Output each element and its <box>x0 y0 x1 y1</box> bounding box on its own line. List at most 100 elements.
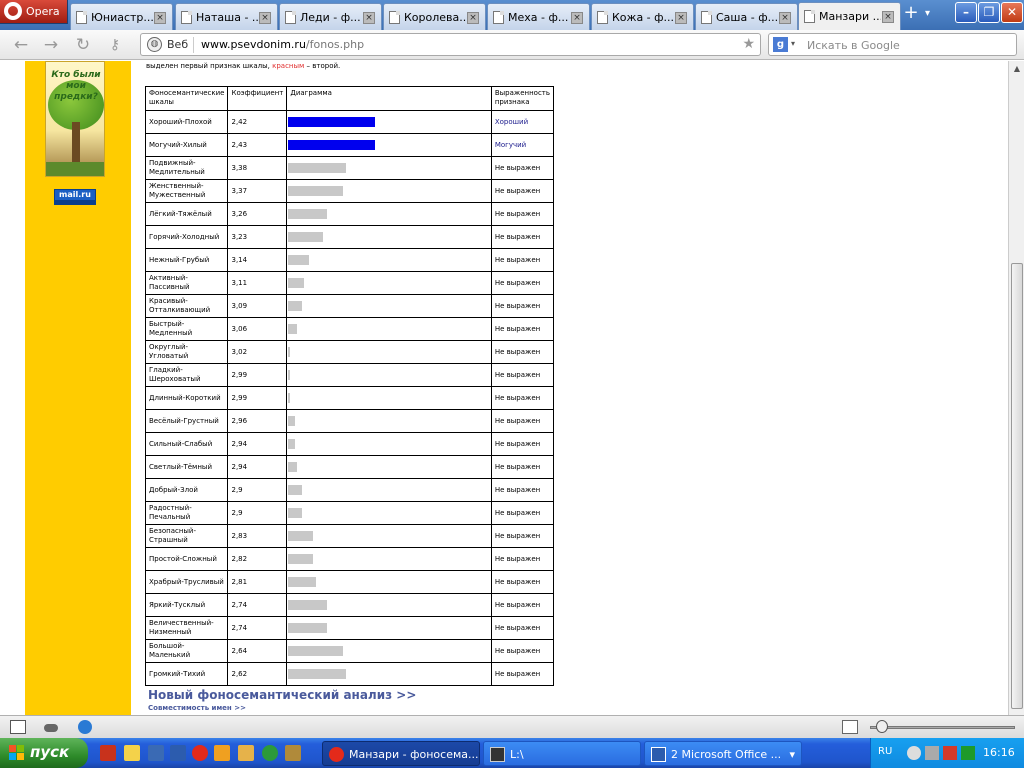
opera-menu-button[interactable]: Opera <box>0 0 68 24</box>
quicklaunch-desktop-icon[interactable] <box>148 745 164 761</box>
start-button[interactable]: пуск <box>0 738 88 768</box>
panel-toggle-icon[interactable] <box>10 720 26 734</box>
browser-tab[interactable]: Юниастр... × <box>70 3 173 30</box>
page-favicon-icon <box>181 11 192 24</box>
browser-tab[interactable]: Наташа - ... × <box>175 3 278 30</box>
browser-tab[interactable]: Кожа - ф... × <box>591 3 694 30</box>
google-engine-icon[interactable]: g <box>773 37 788 52</box>
task-explorer-window[interactable]: L:\ <box>483 741 641 766</box>
windows-flag-icon <box>9 745 25 761</box>
expression-cell[interactable]: Хороший <box>490 110 555 134</box>
new-analysis-link[interactable]: Новый фоносемантический анализ >> <box>148 688 416 702</box>
task-opera-window[interactable]: Манзари - фоносема... <box>322 741 480 766</box>
close-tab-icon[interactable]: × <box>154 12 166 24</box>
search-placeholder: Искать в Google <box>807 39 900 52</box>
ancestors-banner[interactable]: Кто были мои предки? <box>45 61 105 177</box>
browser-tab[interactable]: Королева... × <box>383 3 486 30</box>
page-favicon-icon <box>389 11 400 24</box>
diagram-bar <box>288 554 314 564</box>
close-tab-icon[interactable]: × <box>675 12 687 24</box>
browser-tab[interactable]: Меха - ф... × <box>487 3 590 30</box>
header-expression: Выраженность признака <box>490 86 555 111</box>
diagram-cell <box>286 455 492 479</box>
page-favicon-icon <box>285 11 296 24</box>
quicklaunch-app-icon[interactable] <box>214 745 230 761</box>
language-indicator[interactable]: RU <box>878 746 892 757</box>
windows-taskbar: пуск Манзари - фоносема... L:\ 2 Microso… <box>0 738 1024 768</box>
scale-cell: Длинный-Короткий <box>144 386 229 410</box>
opera-turbo-icon[interactable] <box>78 720 92 734</box>
diagram-cell <box>286 317 492 341</box>
coefficient-cell: 3,38 <box>227 156 288 180</box>
quicklaunch-word-icon[interactable] <box>170 745 186 761</box>
coefficient-cell: 2,74 <box>227 616 288 640</box>
quicklaunch-opera-icon[interactable] <box>192 745 208 761</box>
close-tab-icon[interactable]: × <box>779 12 791 24</box>
quicklaunch-folder-icon[interactable] <box>238 745 254 761</box>
diagram-cell <box>286 340 492 364</box>
mailru-counter-badge[interactable]: mail.ru <box>54 189 96 205</box>
zoom-slider-track[interactable] <box>870 726 1015 729</box>
header-diagram: Диаграмма <box>286 86 492 111</box>
quicklaunch-messenger-icon[interactable] <box>124 745 140 761</box>
expression-cell[interactable]: Могучий <box>490 133 555 157</box>
new-tab-button[interactable]: + <box>901 4 921 24</box>
close-tab-icon[interactable]: × <box>882 11 894 23</box>
close-tab-icon[interactable]: × <box>467 12 479 24</box>
bookmark-star-icon[interactable]: ★ <box>742 36 755 52</box>
scale-cell: Женственный-Мужественный <box>144 179 229 203</box>
name-compatibility-link[interactable]: Совместимость имен >> <box>148 704 246 712</box>
minimize-window-button[interactable]: – <box>955 2 977 23</box>
quicklaunch-tool-icon[interactable] <box>285 745 301 761</box>
address-url[interactable]: www.psevdonim.ru/fonos.php <box>201 38 364 51</box>
restore-window-button[interactable]: ❐ <box>978 2 1000 23</box>
coefficient-cell: 3,11 <box>227 271 288 295</box>
table-row: Округлый-Угловатый 3,02 Не выражен <box>144 340 555 364</box>
diagram-cell <box>286 225 492 249</box>
close-window-button[interactable]: ✕ <box>1001 2 1023 23</box>
wand-key-icon[interactable]: ⚷ <box>104 35 126 55</box>
coefficient-cell: 3,26 <box>227 202 288 226</box>
expression-cell: Не выражен <box>490 317 555 341</box>
tray-status-icon[interactable] <box>961 746 975 760</box>
expression-cell: Не выражен <box>490 271 555 295</box>
browser-tab[interactable]: Леди - ф... × <box>279 3 382 30</box>
scale-cell: Нежный-Грубый <box>144 248 229 272</box>
quicklaunch-torrent-icon[interactable] <box>262 745 278 761</box>
browser-tab[interactable]: Саша - ф... × <box>695 3 798 30</box>
clock: 16:16 <box>983 746 1015 759</box>
site-info-label[interactable]: Веб <box>167 38 188 51</box>
view-mode-icon[interactable] <box>842 720 858 734</box>
tray-antivirus-icon[interactable] <box>943 746 957 760</box>
back-arrow-icon[interactable]: ← <box>10 35 32 55</box>
diagram-bar <box>288 186 344 196</box>
tray-network-icon[interactable] <box>925 746 939 760</box>
counter-strip <box>55 200 95 204</box>
vertical-scrollbar[interactable]: ▲ <box>1008 61 1024 715</box>
page-favicon-icon <box>76 11 87 24</box>
scale-cell: Хороший-Плохой <box>144 110 229 134</box>
expression-cell: Не выражен <box>490 179 555 203</box>
scroll-up-arrow-icon[interactable]: ▲ <box>1009 61 1024 77</box>
close-tab-icon[interactable]: × <box>259 12 271 24</box>
scrollbar-thumb[interactable] <box>1011 263 1023 709</box>
address-field[interactable]: ◍ Веб www.psevdonim.ru/fonos.php ★ <box>140 33 761 56</box>
tray-back-arrow-icon[interactable] <box>907 746 921 760</box>
close-tab-icon[interactable]: × <box>363 12 375 24</box>
diagram-cell <box>286 363 492 387</box>
forward-arrow-icon[interactable]: → <box>40 35 62 55</box>
scale-cell: Простой-Сложный <box>144 547 229 571</box>
header-scale: Фоносемантические шкалы <box>144 86 229 111</box>
task-office-group[interactable]: 2 Microsoft Office ... ▾ <box>644 741 802 766</box>
engine-dropdown-icon[interactable]: ▾ <box>791 39 795 48</box>
coefficient-cell: 2,99 <box>227 386 288 410</box>
reload-icon[interactable]: ↻ <box>72 35 94 55</box>
close-tab-icon[interactable]: × <box>571 12 583 24</box>
scale-cell: Храбрый-Трусливый <box>144 570 229 594</box>
quicklaunch-acrobat-icon[interactable] <box>100 745 116 761</box>
browser-tab[interactable]: Манзари ... × <box>798 2 901 30</box>
tab-list-dropdown-icon[interactable]: ▾ <box>925 4 939 24</box>
search-field[interactable]: g ▾ Искать в Google <box>768 33 1017 56</box>
zoom-slider-knob[interactable] <box>876 720 888 733</box>
opera-unite-cloud-icon[interactable] <box>44 720 60 734</box>
